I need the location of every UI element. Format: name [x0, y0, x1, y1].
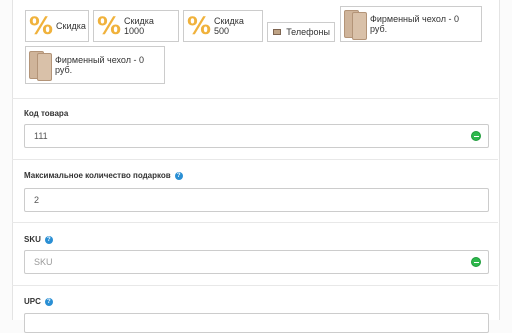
product-code-label: Код товара	[24, 109, 68, 118]
gift-chip-label: Скидка 500	[214, 16, 244, 36]
gift-chip-phone-case[interactable]: Фирменный чехол - 0 руб.	[25, 46, 165, 84]
check-circle-icon	[471, 131, 481, 141]
section-divider	[12, 222, 498, 223]
phone-icon	[273, 29, 282, 35]
gift-chip-label: Скидка	[56, 21, 86, 31]
upc-label-text: UPC	[24, 297, 41, 306]
gift-chip-discount[interactable]: % Скидка	[25, 10, 89, 42]
gift-chip-discount-1000[interactable]: % Скидка 1000	[93, 10, 179, 42]
gift-chip-label: Телефоны	[286, 27, 330, 37]
max-gifts-label: Максимальное количество подарков ?	[24, 171, 183, 180]
upc-label: UPC ?	[24, 297, 53, 306]
sku-label-text: SKU	[24, 235, 41, 244]
gift-chip-label: Фирменный чехол - 0 руб.	[370, 14, 459, 34]
gift-chip-label: Скидка 1000	[124, 16, 154, 36]
gift-chip-phones[interactable]: Телефоны	[267, 22, 335, 42]
phone-case-icon	[344, 9, 367, 40]
gift-chip-label: Фирменный чехол - 0 руб.	[55, 55, 144, 75]
gift-chip-discount-500[interactable]: % Скидка 500	[183, 10, 263, 42]
max-gifts-label-text: Максимальное количество подарков	[24, 171, 171, 180]
question-circle-icon[interactable]: ?	[174, 171, 183, 180]
section-divider	[12, 98, 498, 99]
sku-input[interactable]	[24, 250, 489, 274]
product-code-input[interactable]	[24, 124, 489, 148]
product-code-label-text: Код товара	[24, 109, 69, 118]
gift-chip-phone-case[interactable]: Фирменный чехол - 0 руб.	[340, 6, 482, 42]
percent-icon: %	[97, 12, 122, 40]
percent-icon: %	[29, 12, 54, 40]
check-circle-icon	[471, 257, 481, 267]
section-divider	[12, 285, 498, 286]
phone-case-icon	[29, 50, 52, 81]
percent-icon: %	[187, 12, 212, 40]
upc-input[interactable]	[24, 313, 489, 333]
sku-label: SKU ?	[24, 235, 53, 244]
question-circle-icon[interactable]: ?	[44, 235, 53, 244]
section-divider	[12, 159, 498, 160]
question-circle-icon[interactable]: ?	[44, 297, 53, 306]
max-gifts-input[interactable]	[24, 188, 489, 212]
